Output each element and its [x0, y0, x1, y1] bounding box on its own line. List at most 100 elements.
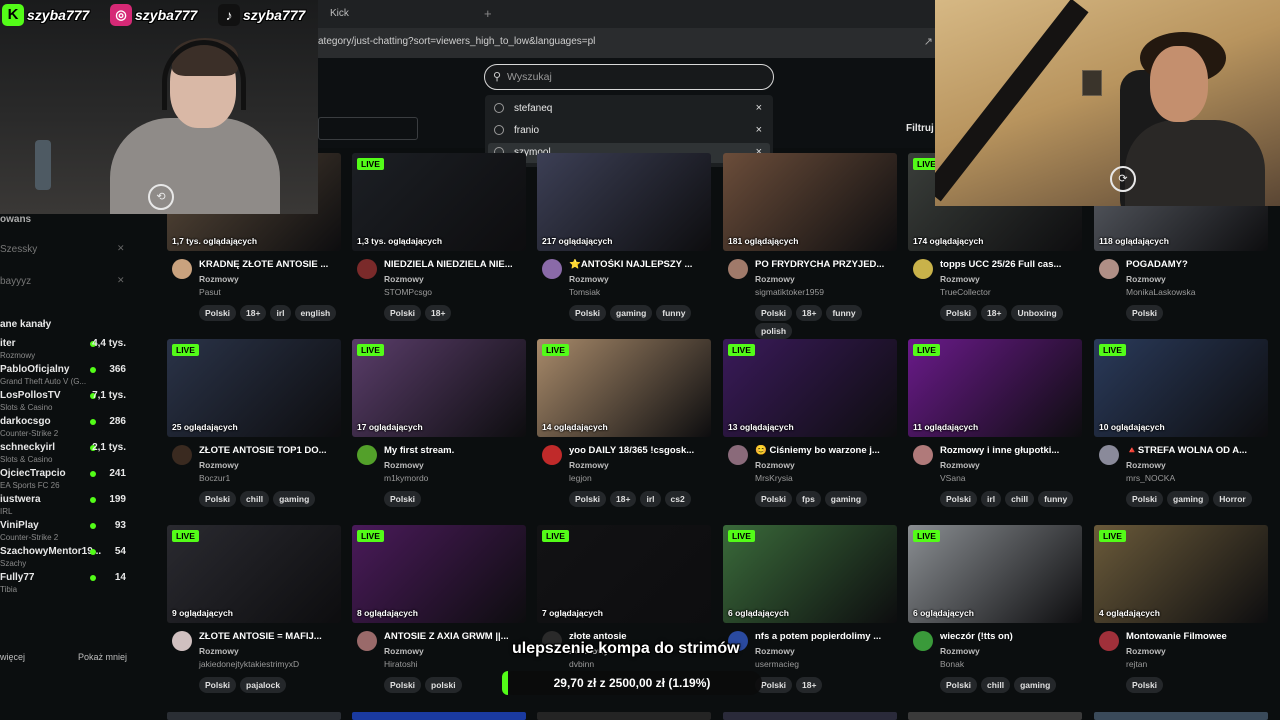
tag-chip[interactable]: Polski	[199, 491, 237, 507]
channel-name[interactable]: mrs_NOCKA	[1126, 473, 1175, 483]
tag-chip[interactable]: Polski	[940, 677, 978, 693]
sidebar-channel[interactable]: LosPollosTV Slots & Casino 7,1 tys.	[0, 390, 130, 416]
stream-card[interactable]: LIVE 11 oglądających Rozmowy i inne głupot…	[908, 339, 1082, 519]
stream-thumbnail[interactable]: LIVE 14 oglądających	[537, 339, 711, 437]
stream-card[interactable]: LIVE 17 oglądających My first stream. Rozmo…	[352, 339, 526, 519]
tag-chip[interactable]: 18+	[240, 305, 267, 321]
external-link-icon[interactable]: ↗	[924, 35, 933, 48]
show-less-link[interactable]: Pokaż mniej	[78, 652, 127, 662]
tag-chip[interactable]: Polski	[1126, 305, 1164, 321]
stream-card-partial[interactable]	[167, 712, 341, 720]
stream-category[interactable]: Rozmowy	[1126, 646, 1166, 656]
stream-category[interactable]: Rozmowy	[1126, 460, 1166, 470]
stream-thumbnail[interactable]: LIVE 9 oglądających	[167, 525, 341, 623]
stream-thumbnail[interactable]: 181 oglądających	[723, 153, 897, 251]
stream-title[interactable]: 🔺STREFA WOLNA OD A...	[1126, 445, 1266, 456]
mute-icon[interactable]: ✕	[117, 275, 125, 286]
tag-chip[interactable]: gaming	[824, 491, 868, 507]
sidebar-item[interactable]: owans	[0, 214, 31, 225]
search-history-item[interactable]: franio ×	[488, 121, 770, 141]
avatar[interactable]	[542, 259, 562, 279]
tag-chip[interactable]: Polski	[384, 305, 422, 321]
avatar[interactable]	[357, 445, 377, 465]
channel-name[interactable]: MonikaLaskowska	[1126, 287, 1195, 297]
channel-name[interactable]: Bonak	[940, 659, 964, 669]
tag-chip[interactable]: 18+	[981, 305, 1008, 321]
url-text[interactable]: ategory/just-chatting?sort=viewers_high_…	[318, 36, 595, 47]
stream-card[interactable]: LIVE 4 oglądających Montowanie Filmowee Roz…	[1094, 525, 1268, 705]
tag-chip[interactable]: chill	[1005, 491, 1035, 507]
stream-thumbnail[interactable]: LIVE 11 oglądających	[908, 339, 1082, 437]
stream-title[interactable]: Rozmowy i inne głupotki...	[940, 445, 1080, 456]
stream-card-partial[interactable]	[537, 712, 711, 720]
tag-chip[interactable]: Polski	[384, 491, 422, 507]
avatar[interactable]	[172, 631, 192, 651]
tag-chip[interactable]: gaming	[1014, 677, 1057, 693]
tag-chip[interactable]: chill	[240, 491, 270, 507]
stream-category[interactable]: Rozmowy	[384, 274, 424, 284]
stream-category[interactable]: Rozmowy	[569, 274, 609, 284]
stream-thumbnail[interactable]: LIVE 7 oglądających	[537, 525, 711, 623]
new-tab-button[interactable]: +	[484, 6, 492, 21]
channel-name[interactable]: VSana	[940, 473, 966, 483]
stream-category[interactable]: Rozmowy	[940, 274, 980, 284]
stream-thumbnail[interactable]: LIVE 6 oglądających	[723, 525, 897, 623]
tag-chip[interactable]: Polski	[940, 305, 978, 321]
stream-title[interactable]: wieczór (!tts on)	[940, 631, 1080, 642]
avatar[interactable]	[728, 445, 748, 465]
search-input[interactable]: ⚲ Wyszukaj	[484, 64, 774, 90]
channel-name[interactable]: MrsKrysia	[755, 473, 793, 483]
avatar[interactable]	[728, 259, 748, 279]
tag-chip[interactable]: funny	[826, 305, 862, 321]
stream-title[interactable]: ZŁOTE ANTOSIE = MAFIJ...	[199, 631, 339, 642]
tag-chip[interactable]: cs2	[664, 491, 691, 507]
search-history-item[interactable]: stefaneq ×	[488, 99, 770, 119]
stream-card[interactable]: LIVE 10 oglądających 🔺STREFA WOLNA OD A...…	[1094, 339, 1268, 519]
stream-thumbnail[interactable]: LIVE 10 oglądających	[1094, 339, 1268, 437]
avatar[interactable]	[1099, 445, 1119, 465]
stream-card[interactable]: 181 oglądających PO FRYDRYCHA PRZYJED... R…	[723, 153, 897, 339]
avatar[interactable]	[357, 259, 377, 279]
stream-card-partial[interactable]	[352, 712, 526, 720]
tag-chip[interactable]: polski	[425, 677, 462, 693]
stream-category[interactable]: Rozmowy	[199, 274, 239, 284]
stream-category[interactable]: Rozmowy	[755, 274, 795, 284]
tag-chip[interactable]: Polski	[199, 305, 237, 321]
avatar[interactable]	[357, 631, 377, 651]
channel-name[interactable]: usermacieg	[755, 659, 799, 669]
show-more-link[interactable]: więcej	[0, 652, 25, 662]
stream-card[interactable]: LIVE 13 oglądających 😊 Ciśniemy bo warzone…	[723, 339, 897, 519]
sidebar-channel[interactable]: darkocsgo Counter-Strike 2 286	[0, 416, 130, 442]
tag-chip[interactable]: Unboxing	[1011, 305, 1063, 321]
sidebar-item[interactable]: bayyyz	[0, 276, 31, 287]
tag-chip[interactable]: irl	[640, 491, 661, 507]
stream-title[interactable]: topps UCC 25/26 Full cas...	[940, 259, 1080, 270]
stream-title[interactable]: My first stream.	[384, 445, 524, 456]
tag-chip[interactable]: 18+	[796, 677, 823, 693]
stream-title[interactable]: yoo DAILY 18/365 !csgosk...	[569, 445, 709, 456]
filter-button[interactable]: Filtruj	[906, 123, 934, 134]
tag-chip[interactable]: Polski	[755, 305, 793, 321]
tag-chip[interactable]: Polski	[569, 305, 607, 321]
channel-name[interactable]: rejtan	[1126, 659, 1147, 669]
tag-chip[interactable]: fps	[796, 491, 821, 507]
stream-category[interactable]: Rozmowy	[569, 460, 609, 470]
stream-thumbnail[interactable]: LIVE 17 oglądających	[352, 339, 526, 437]
tag-chip[interactable]: pajalock	[240, 677, 287, 693]
tag-chip[interactable]: polish	[755, 323, 793, 339]
sidebar-channel[interactable]: iter Rozmowy 4,4 tys.	[0, 338, 130, 364]
channel-name[interactable]: Tomsiak	[569, 287, 600, 297]
stream-card[interactable]: LIVE 14 oglądających yoo DAILY 18/365 !csg…	[537, 339, 711, 519]
stream-thumbnail[interactable]: LIVE 25 oglądających	[167, 339, 341, 437]
stream-title[interactable]: ⭐ANTOŚKI NAJLEPSZY ...	[569, 259, 709, 270]
avatar[interactable]	[913, 259, 933, 279]
stream-category[interactable]: Rozmowy	[940, 646, 980, 656]
close-icon[interactable]: ×	[756, 102, 762, 114]
tag-chip[interactable]: funny	[1038, 491, 1074, 507]
tag-chip[interactable]: gaming	[1167, 491, 1210, 507]
browser-tab[interactable]: Kick	[330, 8, 349, 19]
stream-title[interactable]: nfs a potem popierdolimy ...	[755, 631, 895, 642]
stream-card[interactable]: LIVE 6 oglądających wieczór (!tts on) Rozmo…	[908, 525, 1082, 705]
stream-thumbnail[interactable]: LIVE 4 oglądających	[1094, 525, 1268, 623]
sidebar-channel[interactable]: SzachowyMentor19... Szachy 54	[0, 546, 130, 572]
